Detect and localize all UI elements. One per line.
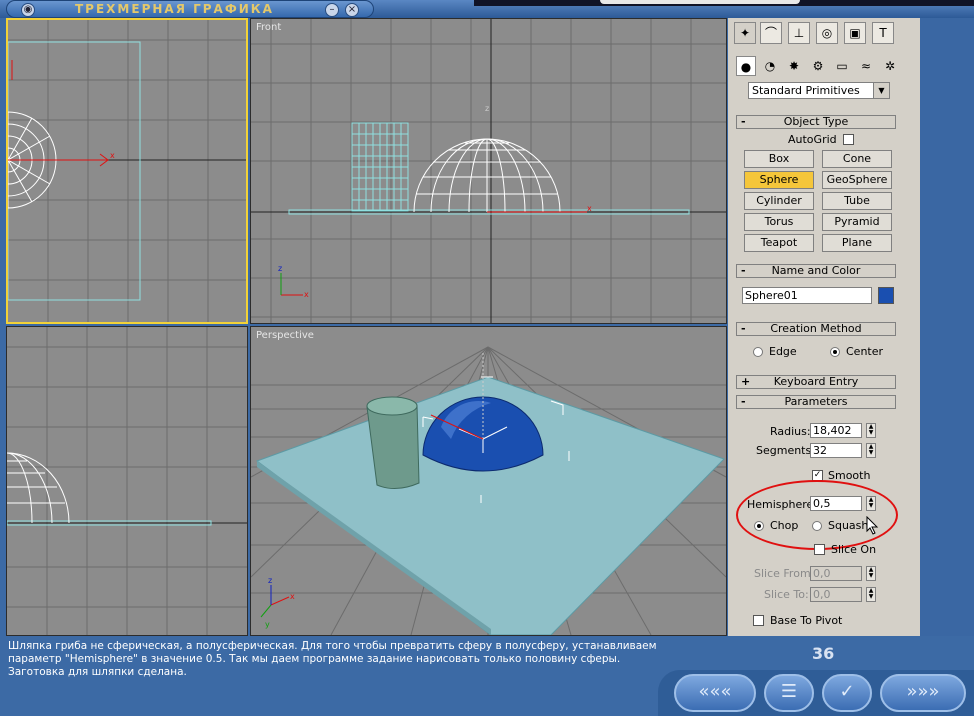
double-chevron-left-icon: ««« [698, 681, 732, 702]
slice-from-spinner-icon[interactable]: ▲ ▼ [866, 566, 876, 581]
display-icon[interactable]: ▣ [844, 22, 866, 44]
keyboard-entry-rollout[interactable]: + Keyboard Entry [736, 375, 896, 389]
lesson-message: Шляпка гриба не сферическая, а полусфери… [8, 640, 657, 678]
viewport-perspective[interactable]: Perspective x z y [250, 326, 727, 636]
viewport-left[interactable] [6, 326, 248, 636]
viewport-top-left[interactable]: x [6, 18, 248, 324]
chevron-down-icon[interactable]: ▼ [873, 83, 889, 98]
slice-from-label: Slice From: [754, 567, 815, 580]
slice-on-checkbox[interactable] [814, 544, 825, 555]
geosphere-button[interactable]: GeoSphere [822, 171, 892, 189]
object-name-field[interactable]: Sphere01 [742, 287, 872, 304]
window-title: ТРЕХМЕРНАЯ ГРАФИКА [75, 2, 274, 16]
menu-icon: ☰ [780, 681, 798, 702]
perspective-scene: x z y [251, 346, 726, 635]
check-button[interactable]: ✓ [822, 674, 872, 712]
segments-spinner-icon[interactable]: ▲ ▼ [866, 443, 876, 458]
edge-radio[interactable] [753, 347, 763, 357]
front-grid: x z x z [251, 19, 726, 323]
parameters-rollout[interactable]: - Parameters [736, 395, 896, 409]
radius-label: Radius: [770, 425, 811, 438]
helpers-icon[interactable]: ▭ [832, 56, 852, 76]
title-bar: ◉ ТРЕХМЕРНАЯ ГРАФИКА – × [0, 0, 974, 18]
slice-from-input[interactable]: 0,0 [810, 566, 862, 581]
viewport-front[interactable]: Front x z x z [250, 18, 727, 324]
background-shape [600, 0, 800, 4]
motion-icon[interactable]: ◎ [816, 22, 838, 44]
hierarchy-icon[interactable]: ⊥ [788, 22, 810, 44]
shapes-icon[interactable]: ◔ [760, 56, 780, 76]
pyramid-button[interactable]: Pyramid [822, 213, 892, 231]
geometry-icon[interactable]: ● [736, 56, 756, 76]
nav-bar: ««« ☰ ✓ »»» [658, 670, 974, 716]
left-grid [7, 327, 247, 635]
command-panel: ✦ ⌒ ⊥ ◎ ▣ T ● ◔ ✸ ⚙ ▭ ≈ ✲ Standard Primi… [728, 18, 914, 636]
modify-icon[interactable]: ⌒ [760, 22, 782, 44]
svg-text:x: x [290, 592, 295, 601]
forward-button[interactable]: »»» [880, 674, 966, 712]
highlight-ellipse [736, 480, 898, 550]
tube-button[interactable]: Tube [822, 192, 892, 210]
sphere-button[interactable]: Sphere [744, 171, 814, 189]
utilities-icon[interactable]: T [872, 22, 894, 44]
center-radio[interactable] [830, 347, 840, 357]
cone-button[interactable]: Cone [822, 150, 892, 168]
slice-to-input[interactable]: 0,0 [810, 587, 862, 602]
base-to-pivot-label: Base To Pivot [770, 614, 843, 627]
creation-method-rollout[interactable]: - Creation Method [736, 322, 896, 336]
top-left-grid: x [8, 20, 246, 322]
teapot-button[interactable]: Teapot [744, 234, 814, 252]
double-chevron-right-icon: »»» [906, 681, 940, 702]
svg-text:z: z [485, 104, 489, 113]
radius-input[interactable]: 18,402 [810, 423, 862, 438]
app-icon[interactable]: ◉ [21, 3, 35, 17]
base-to-pivot-checkbox[interactable] [753, 615, 764, 626]
radius-spinner-icon[interactable]: ▲ ▼ [866, 423, 876, 438]
autogrid-checkbox[interactable] [843, 134, 854, 145]
create-icon[interactable]: ✦ [734, 22, 756, 44]
systems-icon[interactable]: ✲ [880, 56, 900, 76]
minimize-icon[interactable]: – [325, 3, 339, 17]
back-button[interactable]: ««« [674, 674, 756, 712]
axis-x-label: x [110, 151, 115, 160]
cameras-icon[interactable]: ⚙ [808, 56, 828, 76]
slice-to-spinner-icon[interactable]: ▲ ▼ [866, 587, 876, 602]
svg-text:x: x [587, 204, 592, 213]
slice-to-label: Slice To: [764, 588, 809, 601]
svg-text:z: z [278, 264, 282, 273]
svg-text:x: x [304, 290, 309, 299]
menu-button[interactable]: ☰ [764, 674, 814, 712]
segments-input[interactable]: 32 [810, 443, 862, 458]
axis-y-label: y [265, 620, 270, 629]
object-type-rollout[interactable]: - Object Type [736, 115, 896, 129]
check-icon: ✓ [839, 681, 855, 702]
cylinder-button[interactable]: Cylinder [744, 192, 814, 210]
spacewarps-icon[interactable]: ≈ [856, 56, 876, 76]
close-icon[interactable]: × [345, 3, 359, 17]
mouse-cursor-icon [866, 516, 879, 535]
category-value: Standard Primitives [752, 84, 860, 97]
center-label: Center [846, 345, 884, 358]
title-pill: ◉ ТРЕХМЕРНАЯ ГРАФИКА – × [6, 0, 374, 18]
category-dropdown[interactable]: Standard Primitives ▼ [748, 82, 890, 99]
panel-scrollbar[interactable] [914, 18, 974, 636]
bottom-bar: Шляпка гриба не сферическая, а полусфери… [0, 636, 974, 716]
page-number: 36 [812, 644, 835, 663]
plane-button[interactable]: Plane [822, 234, 892, 252]
slice-on-label: Slice On [831, 543, 877, 556]
box-button[interactable]: Box [744, 150, 814, 168]
edge-label: Edge [769, 345, 797, 358]
segments-label: Segments: [756, 444, 815, 457]
torus-button[interactable]: Torus [744, 213, 814, 231]
object-color-swatch[interactable] [878, 287, 894, 304]
svg-text:z: z [268, 576, 272, 585]
lights-icon[interactable]: ✸ [784, 56, 804, 76]
autogrid-label: AutoGrid [788, 133, 837, 146]
name-color-rollout[interactable]: - Name and Color [736, 264, 896, 278]
